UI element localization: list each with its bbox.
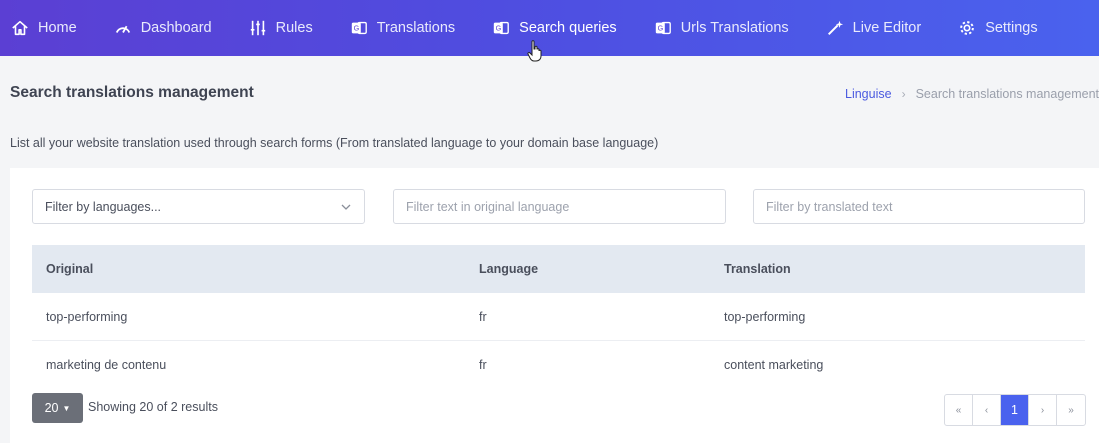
gear-icon: [957, 18, 977, 38]
original-text-filter-input[interactable]: [406, 199, 725, 214]
nav-item-rules[interactable]: Rules: [248, 0, 331, 56]
original-text-filter: [393, 189, 726, 224]
nav-item-settings[interactable]: Settings: [957, 0, 1055, 56]
nav-label: Home: [38, 20, 77, 36]
nav-label: Settings: [985, 20, 1038, 36]
svg-text:G: G: [496, 24, 502, 33]
nav-item-urls-translations[interactable]: G Urls Translations: [653, 0, 807, 56]
home-icon: [10, 18, 30, 38]
page-description: List all your website translation used t…: [10, 136, 659, 150]
top-navigation: Home Dashboard Rules G Translations G Se…: [0, 0, 1099, 56]
nav-item-dashboard[interactable]: Dashboard: [113, 0, 230, 56]
translate-icon: G: [349, 18, 369, 38]
speedometer-icon: [113, 18, 133, 38]
nav-label: Rules: [275, 20, 313, 36]
svg-text:G: G: [353, 24, 359, 33]
nav-item-live-editor[interactable]: Live Editor: [825, 0, 940, 56]
translate-icon: G: [491, 18, 511, 38]
cell-original: top-performing: [46, 310, 128, 324]
column-header-original[interactable]: Original: [46, 262, 93, 276]
cell-original: marketing de contenu: [46, 358, 167, 372]
language-filter-select[interactable]: Filter by languages...: [32, 189, 365, 224]
results-summary: Showing 20 of 2 results: [88, 400, 218, 414]
nav-label: Urls Translations: [680, 20, 789, 36]
nav-label: Dashboard: [140, 20, 212, 36]
table-row[interactable]: top-performing fr top-performing: [32, 293, 1085, 341]
nav-item-translations[interactable]: G Translations: [349, 0, 473, 56]
svg-text:G: G: [657, 24, 663, 33]
nav-label: Live Editor: [852, 20, 922, 36]
table-header: Original Language Translation: [32, 245, 1085, 293]
chevron-down-icon: [341, 204, 351, 210]
breadcrumb-root-link[interactable]: Linguise: [845, 87, 892, 101]
pagination-first-button[interactable]: «: [945, 395, 973, 425]
pagination-last-button[interactable]: »: [1057, 395, 1085, 425]
page-size-dropdown[interactable]: 20 ▼: [32, 393, 83, 423]
sliders-icon: [248, 18, 268, 38]
nav-label: Translations: [376, 20, 456, 36]
nav-item-search-queries[interactable]: G Search queries: [491, 0, 635, 56]
page-size-value: 20: [44, 401, 59, 415]
pagination-prev-button[interactable]: ‹: [973, 395, 1001, 425]
translate-icon: G: [653, 18, 673, 38]
caret-down-icon: ▼: [62, 403, 71, 413]
pagination: « ‹ 1 › »: [944, 394, 1086, 426]
breadcrumb-current: Search translations management: [915, 87, 1099, 101]
column-header-translation[interactable]: Translation: [724, 262, 791, 276]
cell-language: fr: [479, 310, 487, 324]
cell-translation: top-performing: [724, 310, 806, 324]
table-row[interactable]: marketing de contenu fr content marketin…: [32, 341, 1085, 389]
nav-item-home[interactable]: Home: [10, 0, 95, 56]
breadcrumb: Linguise › Search translations managemen…: [845, 87, 1099, 101]
hand-cursor-icon: [527, 40, 542, 62]
cell-language: fr: [479, 358, 487, 372]
pagination-next-button[interactable]: ›: [1029, 395, 1057, 425]
cell-translation: content marketing: [724, 358, 824, 372]
page-title: Search translations management: [10, 84, 254, 101]
column-header-language[interactable]: Language: [479, 262, 538, 276]
translated-text-filter: [753, 189, 1085, 224]
magic-wand-icon: [825, 18, 845, 38]
language-filter-placeholder: Filter by languages...: [45, 199, 162, 214]
nav-label: Search queries: [519, 20, 617, 36]
breadcrumb-separator: ›: [901, 87, 906, 101]
pagination-page-button[interactable]: 1: [1001, 395, 1029, 425]
translated-text-filter-input[interactable]: [766, 199, 1084, 214]
